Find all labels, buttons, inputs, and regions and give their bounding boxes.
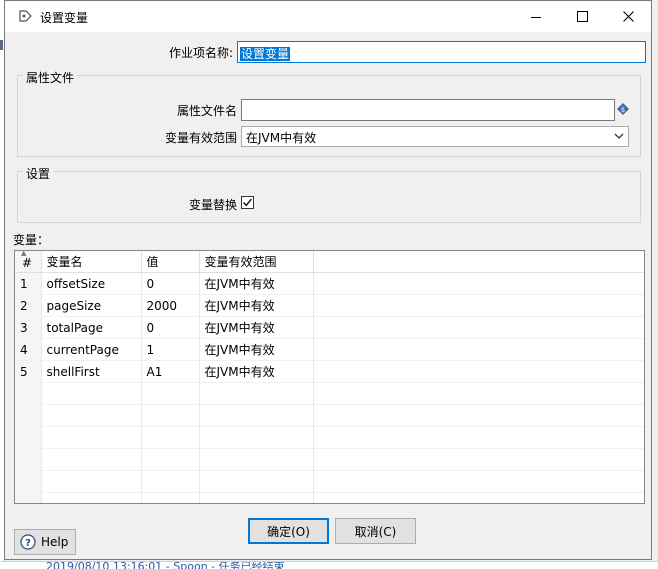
- variable-value-cell[interactable]: 1: [141, 338, 200, 361]
- variable-name-cell[interactable]: shellFirst: [41, 360, 142, 383]
- close-button[interactable]: [605, 1, 651, 32]
- variable-value-cell[interactable]: 0: [141, 316, 200, 339]
- column-header-name[interactable]: 变量名: [41, 251, 142, 273]
- variable-scope-cell[interactable]: 在JVM中有效: [199, 316, 314, 339]
- variable-value-cell[interactable]: 2000: [141, 294, 200, 317]
- variable-scope-select[interactable]: 在JVM中有效: [241, 126, 629, 147]
- property-file-label: 属性文件名: [176, 104, 237, 118]
- settings-group: [17, 171, 641, 223]
- table-row[interactable]: 1 offsetSize 0 在JVM中有效: [15, 272, 644, 295]
- table-row[interactable]: 3 totalPage 0 在JVM中有效: [15, 316, 644, 339]
- row-filler: [313, 272, 644, 295]
- row-index: 3: [15, 316, 42, 339]
- properties-group-title: 属性文件: [23, 69, 78, 86]
- table-row[interactable]: 2 pageSize 2000 在JVM中有效: [15, 294, 644, 317]
- svg-text:$: $: [621, 106, 625, 114]
- variable-scope-cell[interactable]: 在JVM中有效: [199, 360, 314, 383]
- variable-scope-value: 在JVM中有效: [246, 131, 317, 145]
- variables-label: 变量：: [13, 233, 50, 247]
- variables-table[interactable]: ▲ # 变量名 值 变量有效范围 1 offsetSize 0 在JVM中有效: [14, 250, 645, 504]
- variable-scope-cell[interactable]: 在JVM中有效: [199, 294, 314, 317]
- column-header-value[interactable]: 值: [141, 251, 200, 273]
- checkmark-icon: [243, 198, 253, 207]
- cancel-button[interactable]: 取消(C): [335, 518, 416, 544]
- background-app-icon: [0, 40, 3, 50]
- help-icon: ?: [20, 534, 36, 550]
- column-header-index[interactable]: ▲ #: [15, 251, 42, 273]
- job-name-input[interactable]: 设置变量: [237, 41, 646, 63]
- variable-scope-cell[interactable]: 在JVM中有效: [199, 272, 314, 295]
- table-row[interactable]: 5 shellFirst A1 在JVM中有效: [15, 360, 644, 383]
- svg-text:?: ?: [25, 538, 31, 549]
- chevron-down-icon: [614, 133, 624, 139]
- empty-row[interactable]: [15, 448, 644, 471]
- empty-row[interactable]: [15, 404, 644, 427]
- title-bar[interactable]: 设置变量: [5, 1, 651, 32]
- help-button-label: Help: [41, 535, 69, 549]
- variable-name-cell[interactable]: offsetSize: [41, 272, 142, 295]
- variable-value-cell[interactable]: A1: [141, 360, 200, 383]
- row-index: 1: [15, 272, 42, 295]
- set-variables-dialog: 设置变量 作业项名称: 设置变量 属性文件 属性文件名 $ 变量有效范围 在JV…: [4, 0, 652, 560]
- variable-scope-cell[interactable]: 在JVM中有效: [199, 338, 314, 361]
- empty-row[interactable]: [15, 426, 644, 449]
- ok-button[interactable]: 确定(O): [248, 518, 329, 544]
- variable-name-cell[interactable]: totalPage: [41, 316, 142, 339]
- row-filler: [313, 338, 644, 361]
- settings-group-title: 设置: [23, 165, 54, 182]
- job-name-value: 设置变量: [240, 47, 291, 61]
- empty-row[interactable]: [15, 382, 644, 405]
- row-index: 5: [15, 360, 42, 383]
- empty-row[interactable]: [15, 492, 644, 503]
- variable-name-cell[interactable]: pageSize: [41, 294, 142, 317]
- variable-value-cell[interactable]: 0: [141, 272, 200, 295]
- variable-replace-label: 变量替换: [188, 198, 237, 212]
- maximize-icon: [576, 11, 588, 22]
- variable-app-icon: [19, 10, 32, 22]
- empty-row[interactable]: [15, 470, 644, 493]
- close-icon: [622, 11, 634, 22]
- minimize-button[interactable]: [513, 1, 559, 32]
- minimize-icon: [531, 16, 541, 18]
- column-header-scope[interactable]: 变量有效范围: [199, 251, 314, 273]
- variable-name-cell[interactable]: currentPage: [41, 338, 142, 361]
- column-header-filler: [313, 251, 644, 273]
- table-header-row: ▲ # 变量名 值 变量有效范围: [15, 251, 644, 273]
- variable-scope-label: 变量有效范围: [164, 131, 237, 145]
- variable-replace-checkbox[interactable]: [241, 196, 254, 209]
- table-row[interactable]: 4 currentPage 1 在JVM中有效: [15, 338, 644, 361]
- row-index: 4: [15, 338, 42, 361]
- property-file-input[interactable]: [241, 99, 615, 121]
- row-filler: [313, 360, 644, 383]
- maximize-button[interactable]: [559, 1, 605, 32]
- row-filler: [313, 294, 644, 317]
- job-name-label: 作业项名称:: [168, 46, 233, 60]
- variables-grid: ▲ # 变量名 值 变量有效范围 1 offsetSize 0 在JVM中有效: [15, 251, 644, 503]
- row-filler: [313, 316, 644, 339]
- window-title: 设置变量: [40, 11, 89, 25]
- variable-insert-icon[interactable]: $: [617, 103, 629, 115]
- help-button[interactable]: ? Help: [14, 529, 76, 555]
- row-index: 2: [15, 294, 42, 317]
